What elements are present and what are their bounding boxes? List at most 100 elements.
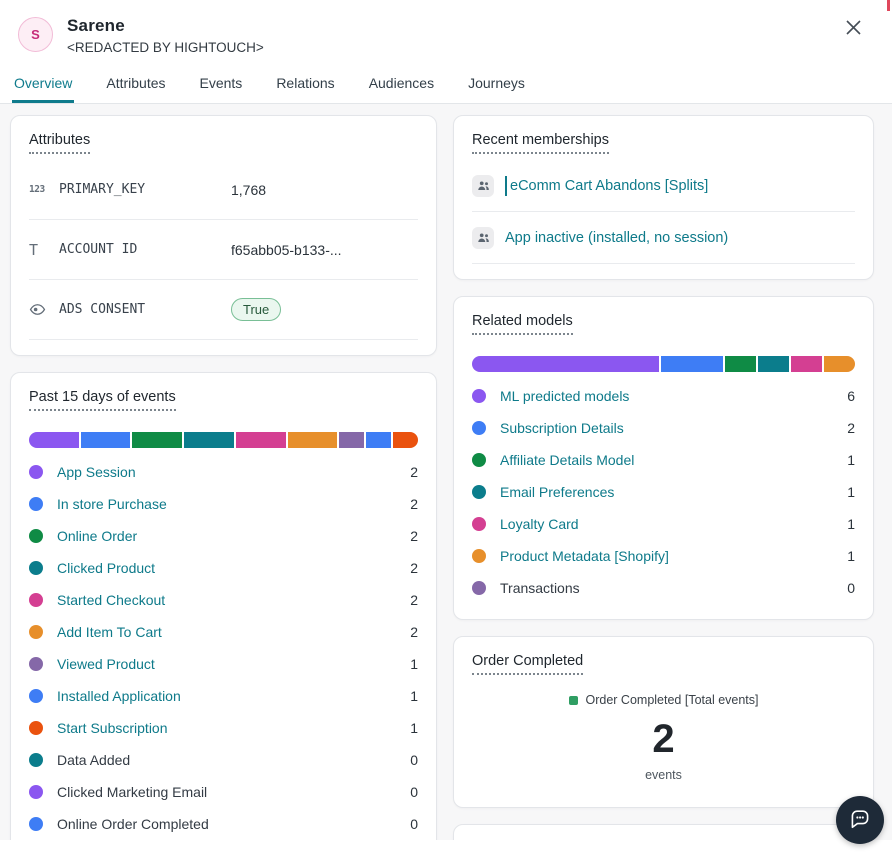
related-model-count: 1	[847, 548, 855, 564]
related-models-list: ML predicted models 6 Subscription Detai…	[472, 380, 855, 604]
event-color-dot	[29, 529, 43, 543]
tab-bar: Overview Attributes Events Relations Aud…	[0, 55, 892, 104]
tab[interactable]: Journeys	[466, 75, 527, 103]
event-count: 1	[410, 688, 418, 704]
event-count: 2	[410, 464, 418, 480]
tab[interactable]: Relations	[274, 75, 336, 103]
related-model-row: Transactions 0	[472, 572, 855, 604]
attribute-row: 123 PRIMARY_KEY 1,768	[29, 160, 418, 220]
event-link[interactable]: In store Purchase	[57, 496, 410, 512]
attribute-row: ADS CONSENT True	[29, 280, 418, 340]
event-count: 0	[410, 816, 418, 832]
event-row: Started Checkout 2	[29, 584, 418, 616]
order-total-value: 2	[472, 717, 855, 762]
bar-segment	[81, 432, 131, 448]
model-color-dot	[472, 485, 486, 499]
text-type-icon: T	[29, 241, 59, 259]
event-link[interactable]: Installed Application	[57, 688, 410, 704]
related-model-link[interactable]: ML predicted models	[500, 388, 847, 404]
bar-segment	[236, 432, 286, 448]
event-count: 1	[410, 720, 418, 736]
event-row: Installed Application 1	[29, 680, 418, 712]
order-completed-metric: Order Completed [Total events] 2 events	[472, 681, 855, 792]
event-row: Start Subscription 1	[29, 712, 418, 744]
attribute-label: ADS CONSENT	[59, 302, 231, 317]
model-color-dot	[472, 517, 486, 531]
related-model-link[interactable]: Subscription Details	[500, 420, 847, 436]
close-button[interactable]	[842, 18, 864, 40]
related-model-link[interactable]: Loyalty Card	[500, 516, 847, 532]
event-row: App Session 2	[29, 456, 418, 488]
related-model-link[interactable]: Transactions	[500, 580, 847, 596]
model-color-dot	[472, 389, 486, 403]
event-count: 2	[410, 624, 418, 640]
order-completed-card: Order Completed Order Completed [Total e…	[453, 636, 874, 808]
membership-link[interactable]: eComm Cart Abandons [Splits]	[510, 178, 708, 194]
audience-chip	[472, 227, 494, 249]
profile-subtitle: <REDACTED BY HIGHTOUCH>	[67, 40, 264, 55]
model-color-dot	[472, 581, 486, 595]
event-link[interactable]: Started Checkout	[57, 592, 410, 608]
related-model-count: 1	[847, 452, 855, 468]
tab[interactable]: Attributes	[104, 75, 167, 103]
partial-card	[453, 824, 874, 840]
event-row: In store Purchase 2	[29, 488, 418, 520]
bar-segment	[288, 432, 338, 448]
event-row: Viewed Product 1	[29, 648, 418, 680]
bar-segment	[339, 432, 364, 448]
chat-bubble-icon	[847, 806, 873, 835]
event-count: 1	[410, 656, 418, 672]
order-caption: events	[472, 768, 855, 782]
event-link[interactable]: Clicked Marketing Email	[57, 784, 410, 800]
event-row: Add Item To Cart 2	[29, 616, 418, 648]
order-completed-card-title: Order Completed	[472, 653, 583, 675]
bar-segment	[758, 356, 789, 372]
event-count: 2	[410, 560, 418, 576]
related-model-link[interactable]: Product Metadata [Shopify]	[500, 548, 847, 564]
bar-segment	[661, 356, 723, 372]
profile-drawer: S Sarene <REDACTED BY HIGHTOUCH> Overvie…	[0, 0, 892, 853]
event-color-dot	[29, 625, 43, 639]
attribute-row: T ACCOUNT ID f65abb05-b133-...	[29, 220, 418, 280]
tab[interactable]: Audiences	[367, 75, 436, 103]
bar-segment	[824, 356, 855, 372]
profile-identity: Sarene <REDACTED BY HIGHTOUCH>	[67, 16, 264, 55]
related-model-row: Subscription Details 2	[472, 412, 855, 444]
related-model-count: 0	[847, 580, 855, 596]
event-link[interactable]: Start Subscription	[57, 720, 410, 736]
event-link[interactable]: Clicked Product	[57, 560, 410, 576]
related-model-link[interactable]: Affiliate Details Model	[500, 452, 847, 468]
bar-segment	[184, 432, 234, 448]
related-model-row: Product Metadata [Shopify] 1	[472, 540, 855, 572]
related-model-count: 6	[847, 388, 855, 404]
related-model-count: 1	[847, 516, 855, 532]
event-link[interactable]: Data Added	[57, 752, 410, 768]
attribute-label: ACCOUNT ID	[59, 242, 231, 257]
tab[interactable]: Overview	[12, 75, 74, 103]
event-link[interactable]: Add Item To Cart	[57, 624, 410, 640]
membership-row: App inactive (installed, no session)	[472, 212, 855, 264]
event-link[interactable]: App Session	[57, 464, 410, 480]
related-model-link[interactable]: Email Preferences	[500, 484, 847, 500]
bar-segment	[791, 356, 822, 372]
event-color-dot	[29, 657, 43, 671]
events-distribution-bar	[29, 432, 418, 448]
event-row: Clicked Product 2	[29, 552, 418, 584]
related-model-row: Affiliate Details Model 1	[472, 444, 855, 476]
events-list: App Session 2 In store Purchase 2 Online	[29, 456, 418, 840]
chat-launcher-button[interactable]	[836, 796, 884, 844]
event-row: Data Added 0	[29, 744, 418, 776]
membership-link[interactable]: App inactive (installed, no session)	[505, 230, 728, 246]
event-count: 0	[410, 752, 418, 768]
event-link[interactable]: Viewed Product	[57, 656, 410, 672]
event-link[interactable]: Online Order Completed	[57, 816, 410, 832]
model-color-dot	[472, 549, 486, 563]
tab[interactable]: Events	[198, 75, 245, 103]
events-card-title: Past 15 days of events	[29, 389, 176, 411]
attributes-card-title: Attributes	[29, 132, 90, 154]
related-model-row: Email Preferences 1	[472, 476, 855, 508]
bar-segment	[725, 356, 756, 372]
left-column: Attributes 123 PRIMARY_KEY 1,768 T ACCOU…	[10, 115, 437, 840]
event-link[interactable]: Online Order	[57, 528, 410, 544]
bar-segment	[132, 432, 182, 448]
